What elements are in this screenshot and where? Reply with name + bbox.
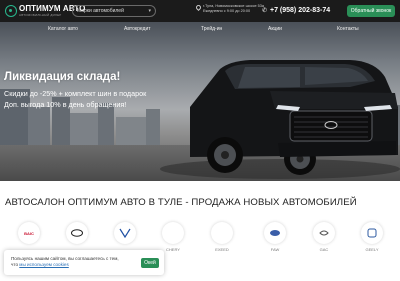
chery2-logo-icon xyxy=(162,222,184,244)
nav-promotions[interactable]: Акции xyxy=(268,26,282,32)
brand-item-gac[interactable]: GAC xyxy=(309,222,339,262)
exeed-logo-icon xyxy=(211,222,233,244)
chevron-down-icon: ▾ xyxy=(148,8,151,14)
section-title: АВТОСАЛОН ОПТИМУМ АВТО В ТУЛЕ - ПРОДАЖА … xyxy=(5,197,357,208)
page: ОПТИМУМ АВТО АВТОМОБИЛЬНЫЙ ДИЛЕР Марки а… xyxy=(0,0,400,281)
cookie-policy-link[interactable]: мы используем cookies xyxy=(19,262,68,267)
hero-banner[interactable]: Каталог авто Автокредит Трейд-ин Акции К… xyxy=(0,22,400,181)
brand-name: GAC xyxy=(319,247,329,252)
location-pin-icon xyxy=(194,3,203,12)
nav-trade-in[interactable]: Трейд-ин xyxy=(201,26,222,32)
cookie-accept-button[interactable]: Окей xyxy=(141,258,159,268)
brand-name: CHERY xyxy=(166,247,180,252)
brand-item-geely[interactable]: GEELY xyxy=(357,222,387,262)
nav-credit[interactable]: Автокредит xyxy=(124,26,151,32)
nav-catalog[interactable]: Каталог авто xyxy=(48,26,78,32)
brands-dropdown-label: Марки автомобилей xyxy=(77,8,124,14)
phone-link[interactable]: ✆ +7 (958) 202-83-74 xyxy=(262,7,330,14)
brand-item-faw[interactable]: FAW xyxy=(260,222,290,262)
address-text: г.Тула, Новомосковское шоссе 53а xyxy=(203,4,265,8)
nav-contacts[interactable]: Контакты xyxy=(337,26,359,32)
hero-subtitle-2: Доп. выгода 10% в день обращения! xyxy=(4,100,127,109)
faw-logo-icon xyxy=(264,222,286,244)
hero-subtitle-1: Скидки до -25% + комплект шин в подарок xyxy=(4,89,147,98)
phone-number: +7 (958) 202-83-74 xyxy=(270,7,331,14)
brand-name: EXEED xyxy=(215,247,229,252)
cookie-banner: Пользуясь нашим сайтом, вы соглашаетесь … xyxy=(4,250,164,275)
brand-name: GEELY xyxy=(365,247,379,252)
geely-logo-icon xyxy=(361,222,383,244)
phone-icon: ✆ xyxy=(262,7,268,14)
baic-logo-icon: BAIC xyxy=(18,222,40,244)
main-nav: Каталог авто Автокредит Трейд-ин Акции К… xyxy=(0,22,400,36)
working-hours: Ежедневно с 9:00 до 20:00 xyxy=(203,9,251,13)
suv-image xyxy=(150,47,400,181)
changan-logo-icon xyxy=(114,222,136,244)
logo-icon xyxy=(5,5,17,17)
brand-item-exeed[interactable]: EXEED xyxy=(207,222,237,262)
brands-dropdown[interactable]: Марки автомобилей ▾ xyxy=(72,5,156,17)
top-header: ОПТИМУМ АВТО АВТОМОБИЛЬНЫЙ ДИЛЕР Марки а… xyxy=(0,0,400,22)
chery-logo-icon xyxy=(66,222,88,244)
callback-button[interactable]: Обратный звонок xyxy=(347,5,395,17)
address-block: г.Тула, Новомосковское шоссе 53а Ежеднев… xyxy=(194,3,265,13)
cookie-text: Пользуясь нашим сайтом, вы соглашаетесь … xyxy=(11,256,119,267)
brand-name: FAW xyxy=(270,247,280,252)
gac-logo-icon xyxy=(313,222,335,244)
hero-title: Ликвидация склада! xyxy=(4,71,121,83)
